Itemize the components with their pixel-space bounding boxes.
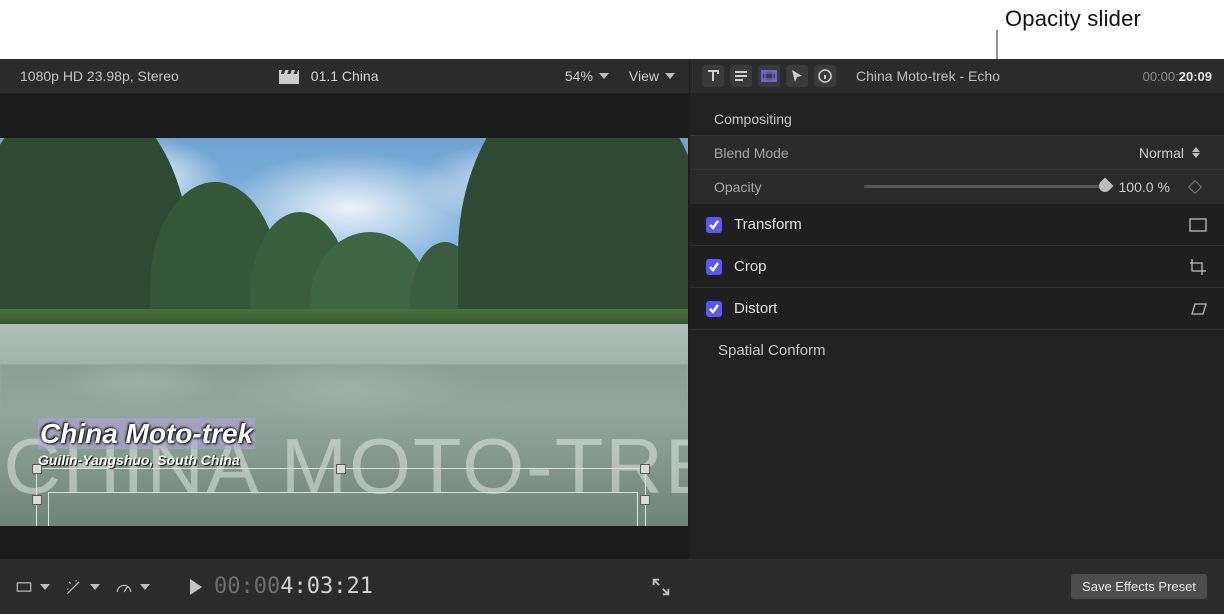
zoom-value: 54% [565, 68, 593, 84]
timecode-display[interactable]: 00:004:03:21 [214, 574, 373, 599]
crop-section[interactable]: Crop [690, 245, 1224, 287]
timecode-bright: 4:03:21 [280, 574, 373, 599]
cursor-triangle-icon [789, 68, 805, 84]
chevron-down-icon [90, 584, 100, 590]
text-t-icon [705, 68, 721, 84]
chevron-down-icon [665, 73, 675, 79]
blend-mode-dropdown[interactable]: Normal [1139, 145, 1200, 161]
video-inspector-tab[interactable] [758, 65, 780, 87]
title-bounding-box-inner[interactable] [48, 492, 638, 526]
generator-inspector-tab[interactable] [786, 65, 808, 87]
crop-icon[interactable] [1188, 259, 1208, 275]
title-line-1[interactable]: China Moto-trek [38, 419, 648, 450]
spatial-conform-section[interactable]: Spatial Conform [690, 329, 1224, 371]
distort-section[interactable]: Distort [690, 287, 1224, 329]
transform-label: Transform [734, 216, 802, 233]
title-overlay[interactable]: China Moto-trek Guilin-Yangshuo, South C… [38, 419, 648, 468]
inspector-pane: China Moto-trek - Echo 00:00:20:09 Compo… [690, 59, 1224, 559]
format-readout: 1080p HD 23.98p, Stereo [20, 68, 179, 84]
fullscreen-button[interactable] [650, 576, 672, 598]
blend-mode-row: Blend Mode Normal [690, 135, 1224, 169]
timecode-dim: 00:00 [214, 574, 280, 599]
opacity-slider[interactable] [864, 185, 1105, 188]
transform-rect-icon [14, 577, 34, 597]
insp-tc-bright: 20:09 [1179, 69, 1212, 84]
callout-label: Opacity slider [1005, 6, 1141, 32]
info-inspector-tab[interactable] [814, 65, 836, 87]
insp-tc-dim: 00:00: [1143, 69, 1179, 84]
inspector-topbar: China Moto-trek - Echo 00:00:20:09 [690, 59, 1224, 93]
text-inspector-tab[interactable] [702, 65, 724, 87]
inspector-timecode: 00:00:20:09 [1143, 69, 1212, 84]
opacity-row: Opacity 100.0 % [690, 169, 1224, 203]
app-window: 1080p HD 23.98p, Stereo 01.1 China 54% V… [0, 59, 1224, 614]
filmstrip-icon [761, 68, 777, 84]
transform-tool-dropdown[interactable] [14, 577, 50, 597]
view-dropdown[interactable]: View [629, 68, 675, 84]
opacity-value[interactable]: 100.0 [1119, 179, 1154, 195]
retime-tool-dropdown[interactable] [114, 577, 150, 597]
blend-mode-value: Normal [1139, 145, 1184, 161]
transform-checkbox[interactable] [706, 217, 722, 233]
opacity-label: Opacity [714, 179, 844, 195]
chevron-down-icon [40, 584, 50, 590]
viewer-topbar: 1080p HD 23.98p, Stereo 01.1 China 54% V… [0, 59, 690, 93]
crop-label: Crop [734, 258, 767, 275]
transform-section[interactable]: Transform [690, 203, 1224, 245]
view-label: View [629, 68, 659, 84]
spatial-conform-label: Spatial Conform [718, 342, 826, 359]
inspector-bottom-bar: Save Effects Preset [690, 559, 1224, 614]
keyframe-button[interactable] [1188, 179, 1202, 193]
compositing-header: Compositing [690, 93, 1224, 135]
slider-thumb[interactable] [1096, 178, 1113, 195]
clapperboard-icon [279, 68, 299, 84]
title-line-2[interactable]: Guilin-Yangshuo, South China [38, 452, 648, 468]
speed-gauge-icon [114, 577, 134, 597]
chevron-down-icon [140, 584, 150, 590]
chevron-down-icon [599, 73, 609, 79]
viewer-canvas[interactable]: CHINA MOTO-TREK China Moto-trek Guilin-Y… [0, 138, 688, 526]
mountain-shape [458, 138, 688, 332]
save-effects-preset-button[interactable]: Save Effects Preset [1070, 573, 1208, 600]
magic-wand-icon [64, 577, 84, 597]
viewer-bottom-toolbar: 00:004:03:21 [0, 559, 690, 614]
transform-rect-icon[interactable] [1188, 217, 1208, 233]
viewer-pane: CHINA MOTO-TREK China Moto-trek Guilin-Y… [0, 93, 690, 560]
text-lines-icon [733, 68, 749, 84]
zoom-dropdown[interactable]: 54% [565, 68, 609, 84]
resize-handle[interactable] [32, 495, 42, 505]
stepper-arrows-icon [1192, 147, 1200, 158]
inspector-clip-name: China Moto-trek - Echo [856, 68, 1135, 84]
distort-checkbox[interactable] [706, 301, 722, 317]
crop-checkbox[interactable] [706, 259, 722, 275]
info-circle-icon [817, 68, 833, 84]
blend-mode-label: Blend Mode [714, 145, 844, 161]
paragraph-inspector-tab[interactable] [730, 65, 752, 87]
inspector-tab-icons [702, 65, 836, 87]
project-name: 01.1 China [311, 68, 379, 84]
play-button[interactable] [190, 579, 202, 595]
opacity-unit: % [1158, 179, 1170, 195]
enhance-tool-dropdown[interactable] [64, 577, 100, 597]
distort-trapezoid-icon[interactable] [1188, 301, 1208, 317]
distort-label: Distort [734, 300, 777, 317]
resize-handle[interactable] [640, 495, 650, 505]
